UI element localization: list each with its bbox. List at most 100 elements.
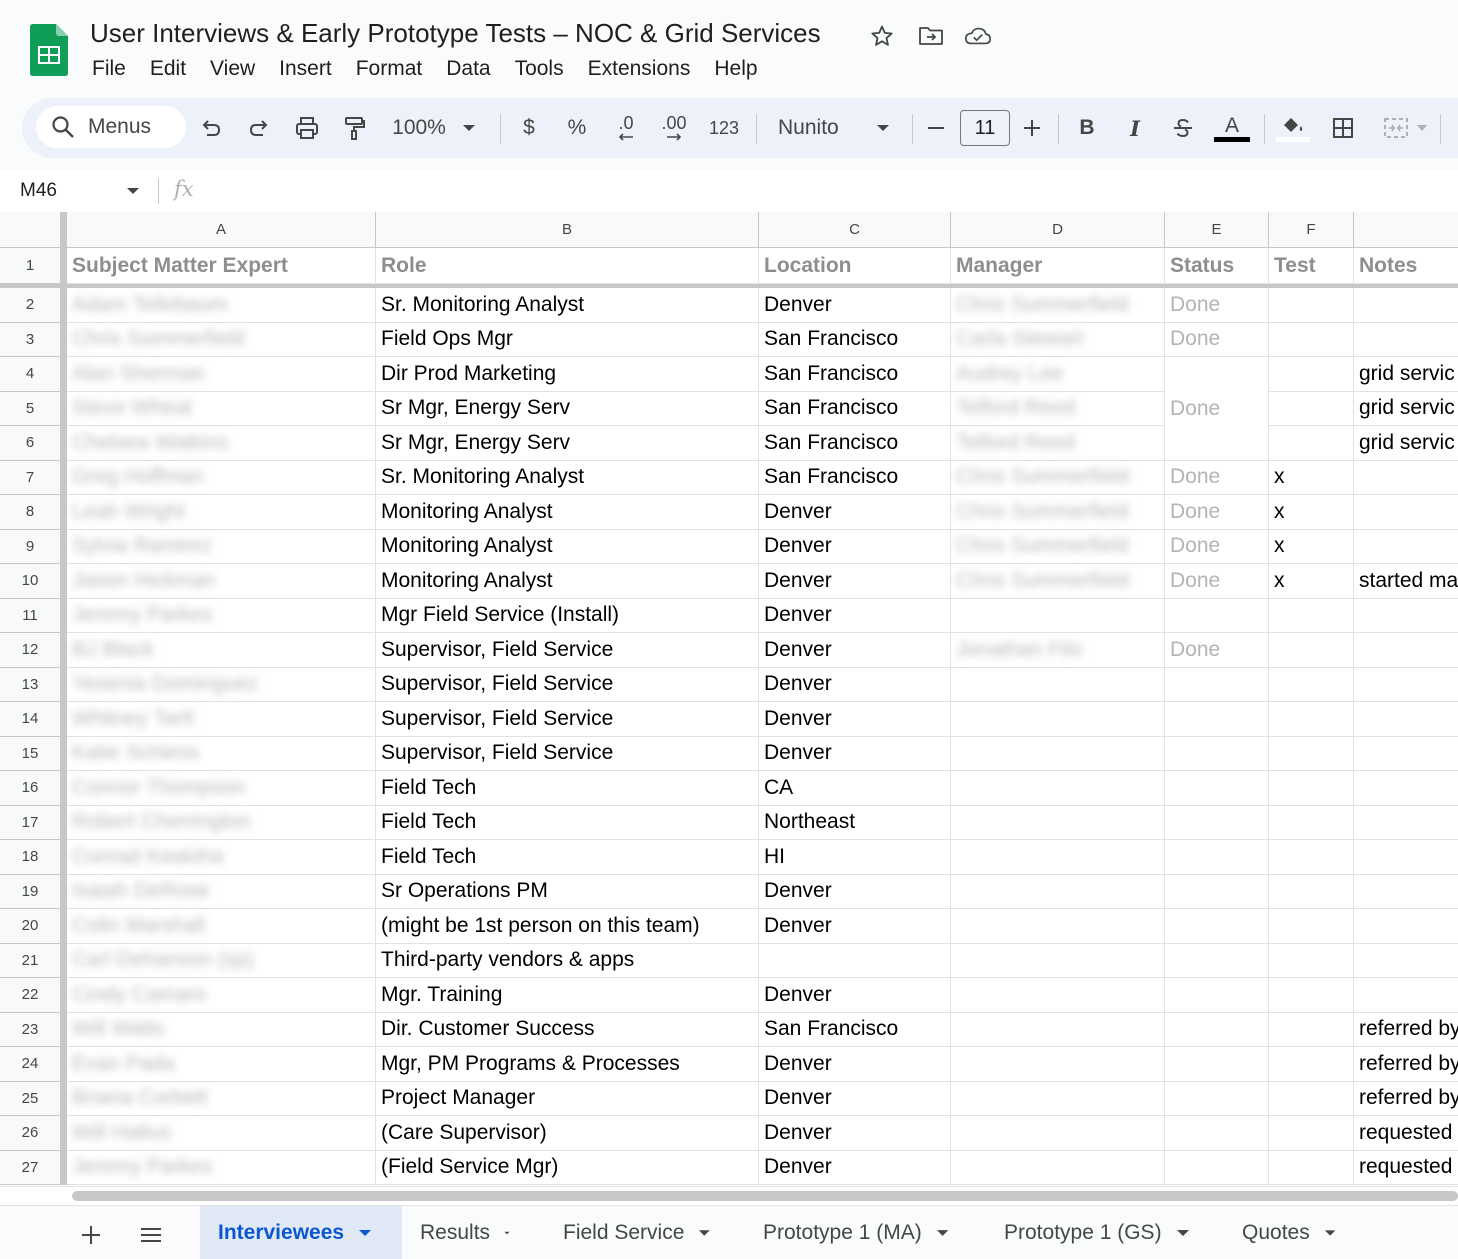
- cell-role[interactable]: Sr Mgr, Energy Serv: [376, 391, 759, 426]
- cell-manager[interactable]: [951, 1047, 1165, 1082]
- row-header[interactable]: 8: [0, 495, 67, 530]
- cell-role[interactable]: Sr Operations PM: [376, 874, 759, 909]
- cell-sme[interactable]: Leah Wright: [67, 495, 376, 530]
- cell-role[interactable]: Dir Prod Marketing: [376, 357, 759, 392]
- sheet-tab[interactable]: Prototype 1 (GS): [986, 1206, 1208, 1259]
- italic-button[interactable]: I: [1120, 108, 1150, 148]
- cell-test[interactable]: x: [1269, 529, 1354, 564]
- cell-test[interactable]: [1269, 357, 1354, 392]
- cell-manager[interactable]: Jonathan Filo: [951, 633, 1165, 668]
- cell-status[interactable]: Done: [1165, 322, 1269, 357]
- decrease-decimal-button[interactable]: .0: [608, 108, 644, 148]
- cell-notes[interactable]: referred by: [1354, 1082, 1458, 1116]
- cell-test[interactable]: [1269, 391, 1354, 426]
- row-header[interactable]: 10: [0, 564, 67, 599]
- cell-sme[interactable]: Alan Sherman: [67, 357, 376, 392]
- column-header-a[interactable]: A: [67, 212, 376, 248]
- cell-test[interactable]: [1269, 1047, 1354, 1082]
- column-header-f[interactable]: F: [1269, 212, 1354, 248]
- cell-notes[interactable]: referred by: [1354, 1047, 1458, 1082]
- cell-role[interactable]: (Field Service Mgr): [376, 1150, 759, 1185]
- cell-status[interactable]: [1165, 1012, 1269, 1047]
- select-all-corner[interactable]: [0, 212, 60, 248]
- cell-location[interactable]: CA: [759, 771, 951, 806]
- column-title[interactable]: Test: [1269, 248, 1354, 284]
- cell-notes[interactable]: [1354, 633, 1458, 668]
- cell-notes[interactable]: [1354, 702, 1458, 737]
- cell-sme[interactable]: Carl Dehanson (sp): [67, 943, 376, 978]
- cell-test[interactable]: [1269, 805, 1354, 840]
- cell-test[interactable]: [1269, 702, 1354, 737]
- cell-sme[interactable]: Whitney Tartt: [67, 702, 376, 737]
- cell-sme[interactable]: Jason Hickman: [67, 564, 376, 599]
- row-header[interactable]: 4: [0, 357, 67, 392]
- cell-location[interactable]: Denver: [759, 1047, 951, 1082]
- cell-location[interactable]: [759, 943, 951, 978]
- add-sheet-button[interactable]: [76, 1220, 106, 1250]
- cell-notes[interactable]: grid servic: [1354, 357, 1458, 392]
- freeze-handle[interactable]: [60, 564, 67, 599]
- cell-test[interactable]: [1269, 598, 1354, 633]
- freeze-handle[interactable]: [60, 978, 67, 1013]
- row-header[interactable]: 15: [0, 736, 67, 771]
- font-size-input[interactable]: [960, 110, 1010, 146]
- cell-test[interactable]: [1269, 322, 1354, 357]
- document-title[interactable]: User Interviews & Early Prototype Tests …: [90, 18, 821, 49]
- freeze-handle[interactable]: [60, 598, 67, 633]
- cell-location[interactable]: San Francisco: [759, 322, 951, 357]
- cell-test[interactable]: [1269, 978, 1354, 1013]
- cell-sme[interactable]: Will Haltus: [67, 1116, 376, 1151]
- cell-role[interactable]: Sr. Monitoring Analyst: [376, 288, 759, 323]
- cell-notes[interactable]: requested: [1354, 1151, 1458, 1185]
- cell-test[interactable]: [1269, 840, 1354, 875]
- cell-status[interactable]: [1165, 771, 1269, 806]
- cell-role[interactable]: Supervisor, Field Service: [376, 633, 759, 668]
- cell-test[interactable]: [1269, 633, 1354, 668]
- cell-status[interactable]: [1165, 978, 1269, 1013]
- cell-role[interactable]: Field Ops Mgr: [376, 322, 759, 357]
- cell-test[interactable]: x: [1269, 564, 1354, 599]
- column-title[interactable]: Location: [759, 248, 951, 284]
- cell-sme[interactable]: Will Watts: [67, 1012, 376, 1047]
- cell-sme[interactable]: Briana Corbett: [67, 1081, 376, 1116]
- cell-location[interactable]: Denver: [759, 736, 951, 771]
- column-title[interactable]: Manager: [951, 248, 1165, 284]
- cell-notes[interactable]: [1354, 806, 1458, 840]
- cell-manager[interactable]: Chris Summerfield: [951, 529, 1165, 564]
- freeze-handle[interactable]: [60, 212, 67, 248]
- cell-test[interactable]: [1269, 736, 1354, 771]
- row-header[interactable]: 27: [0, 1150, 67, 1185]
- column-title[interactable]: Subject Matter Expert: [67, 248, 376, 284]
- cell-status[interactable]: [1165, 1047, 1269, 1082]
- name-box[interactable]: M46: [20, 178, 150, 204]
- chevron-down-icon[interactable]: [504, 1228, 510, 1238]
- freeze-handle[interactable]: [60, 840, 67, 875]
- cell-location[interactable]: Denver: [759, 1150, 951, 1185]
- cell-status[interactable]: [1165, 426, 1269, 461]
- row-header[interactable]: 11: [0, 598, 67, 633]
- cloud-saved-icon[interactable]: [964, 22, 992, 50]
- menu-format[interactable]: Format: [344, 56, 435, 82]
- cell-status[interactable]: [1165, 1081, 1269, 1116]
- column-header-c[interactable]: C: [759, 212, 951, 248]
- freeze-handle[interactable]: [60, 633, 67, 668]
- cell-location[interactable]: HI: [759, 840, 951, 875]
- cell-location[interactable]: Denver: [759, 978, 951, 1013]
- cell-location[interactable]: San Francisco: [759, 357, 951, 392]
- freeze-handle[interactable]: [60, 771, 67, 806]
- row-header[interactable]: 3: [0, 322, 67, 357]
- sheet-tab[interactable]: Interviewees: [200, 1206, 402, 1259]
- cell-role[interactable]: Sr Mgr, Energy Serv: [376, 426, 759, 461]
- cell-manager[interactable]: [951, 771, 1165, 806]
- freeze-handle[interactable]: [60, 1081, 67, 1116]
- freeze-handle[interactable]: [60, 426, 67, 461]
- cell-manager[interactable]: [951, 943, 1165, 978]
- cell-notes[interactable]: started ma: [1354, 564, 1458, 599]
- cell-status[interactable]: [1165, 736, 1269, 771]
- menu-help[interactable]: Help: [702, 56, 769, 82]
- cell-notes[interactable]: [1354, 668, 1458, 702]
- font-family-select[interactable]: Nunito: [772, 108, 898, 148]
- chevron-down-icon[interactable]: [1176, 1228, 1190, 1238]
- zoom-select[interactable]: 100%: [386, 108, 482, 148]
- row-header[interactable]: 18: [0, 840, 67, 875]
